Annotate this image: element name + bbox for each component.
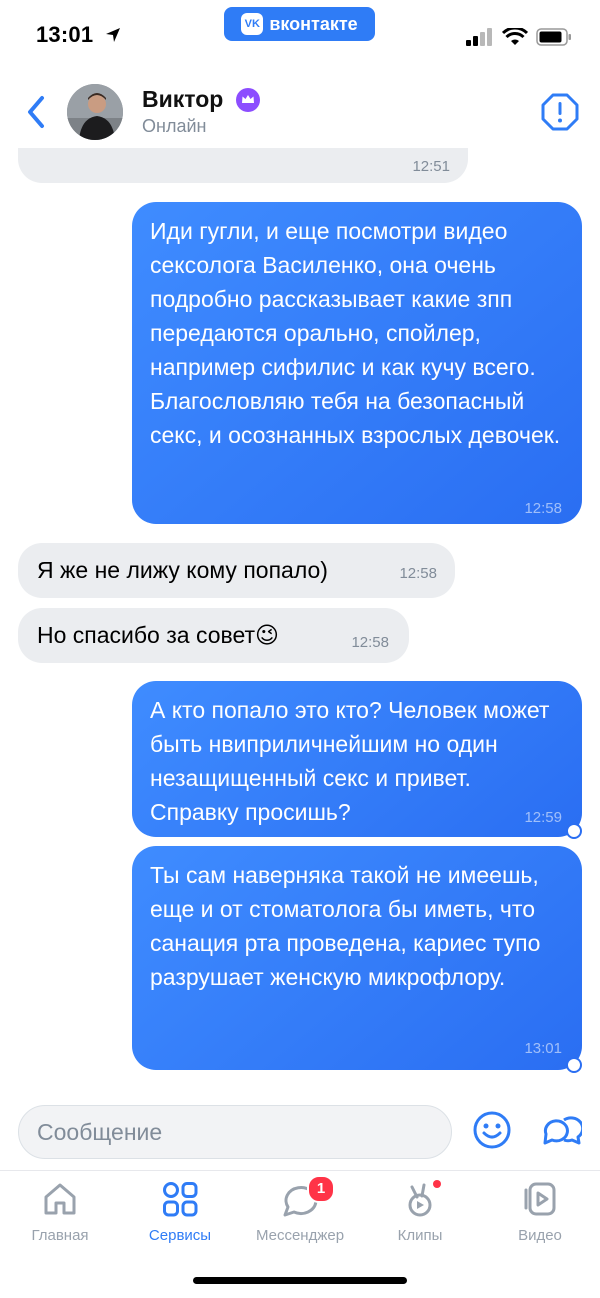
wifi-icon <box>502 28 528 45</box>
message-composer <box>0 1100 600 1166</box>
tab-messenger[interactable]: 1 Мессенджер <box>245 1175 355 1259</box>
message-list[interactable]: 12:51 Иди гугли, и еще посмотри видео се… <box>0 148 600 1098</box>
message-outgoing[interactable]: А кто попало это кто? Человек может быть… <box>132 681 582 837</box>
message-time: 12:58 <box>351 634 389 651</box>
message-outgoing[interactable]: Иди гугли, и еще посмотри видео сексолог… <box>132 202 582 524</box>
message-outgoing[interactable]: Ты сам наверняка такой не имеешь, еще и … <box>132 846 582 1070</box>
tab-label: Видео <box>518 1227 562 1244</box>
clock-text: 13:01 <box>36 22 94 47</box>
message-input[interactable] <box>18 1105 452 1159</box>
back-button[interactable] <box>22 92 52 132</box>
message-time: 12:51 <box>412 158 450 175</box>
message-text: Иди гугли, и еще посмотри видео сексолог… <box>150 218 561 448</box>
contact-avatar[interactable] <box>67 84 123 140</box>
message-time: 12:58 <box>524 500 562 517</box>
tab-label: Сервисы <box>148 1227 212 1244</box>
unread-badge: 1 <box>307 1175 335 1203</box>
tab-label: Главная <box>31 1227 89 1244</box>
vk-app-badge-label: вконтакте <box>269 13 358 34</box>
battery-icon <box>536 28 571 46</box>
status-bar: 13:01 VK вконтакте <box>0 0 600 70</box>
status-time: 13:01 <box>36 22 122 48</box>
contact-name[interactable]: Виктор <box>142 86 223 113</box>
chat-header: Виктор Онлайн <box>0 78 600 148</box>
tab-label: Мессенджер <box>255 1227 345 1244</box>
crown-icon <box>236 88 260 112</box>
services-grid-icon <box>163 1182 198 1217</box>
home-icon <box>44 1183 76 1215</box>
contact-online-status: Онлайн <box>142 116 207 136</box>
message-text: А кто попало это кто? Человек может быть… <box>150 697 550 825</box>
cellular-signal-icon <box>466 28 492 46</box>
unread-indicator <box>566 823 582 839</box>
video-icon <box>524 1182 556 1216</box>
tab-label: Клипы <box>397 1227 443 1244</box>
status-indicators <box>466 28 572 46</box>
new-content-dot <box>433 1180 441 1188</box>
vk-logo-icon: VK <box>241 13 264 35</box>
tab-services[interactable]: Сервисы <box>125 1179 235 1259</box>
home-indicator[interactable] <box>193 1277 407 1284</box>
message-time: 12:58 <box>399 565 437 582</box>
message-incoming[interactable]: Я же не лижу кому попало) 12:58 <box>18 543 455 598</box>
avatar-photo-icon <box>67 84 123 140</box>
message-text: Но спасибо за совет😉 <box>37 622 280 648</box>
voice-message-icon[interactable] <box>540 1110 582 1150</box>
message-text: Ты сам наверняка такой не имеешь, еще и … <box>150 862 541 990</box>
vk-app-badge[interactable]: VK вконтакте <box>224 7 375 41</box>
tab-video[interactable]: Видео <box>485 1179 595 1259</box>
tab-home[interactable]: Главная <box>5 1179 115 1259</box>
emoji-icon[interactable] <box>472 1110 512 1150</box>
message-time: 12:59 <box>524 809 562 826</box>
location-arrow-icon <box>105 28 120 42</box>
message-incoming[interactable]: Но спасибо за совет😉 12:58 <box>18 608 409 663</box>
unread-indicator <box>566 1057 582 1073</box>
message-incoming[interactable]: 12:51 <box>18 148 468 183</box>
tab-clips[interactable]: Клипы <box>365 1179 475 1259</box>
report-icon[interactable] <box>540 92 580 132</box>
message-time: 13:01 <box>524 1040 562 1057</box>
message-text: Я же не лижу кому попало) <box>37 557 328 583</box>
